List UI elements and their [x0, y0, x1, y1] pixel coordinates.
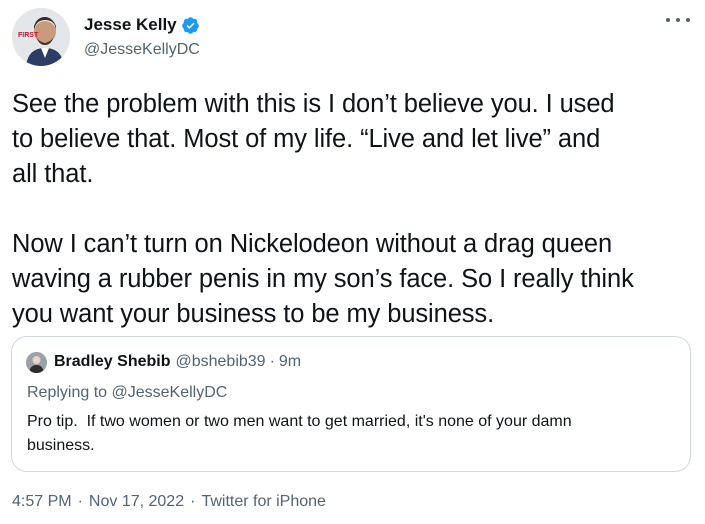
- quoted-avatar-image: [26, 351, 47, 373]
- avatar-badge-text: FIRST: [18, 32, 39, 39]
- footer-separator: ·: [190, 493, 196, 510]
- author-avatar[interactable]: FIRST: [12, 8, 70, 66]
- more-dot: [666, 18, 670, 22]
- tweet-footer: 4:57 PM · Nov 17, 2022 · Twitter for iPh…: [12, 493, 326, 511]
- quoted-replying-to: Replying to @JesseKellyDC: [27, 384, 228, 401]
- quoted-separator: ·: [269, 353, 275, 370]
- verified-badge-icon: [181, 16, 199, 34]
- quoted-author-avatar: [26, 351, 47, 373]
- more-dot: [686, 18, 690, 22]
- tweet-header: FIRST Jesse Kelly @JesseKellyDC: [12, 8, 692, 70]
- author-info: Jesse Kelly @JesseKellyDC: [84, 14, 200, 59]
- tweet-text: See the problem with this is I don’t bel…: [12, 90, 634, 328]
- author-display-name[interactable]: Jesse Kelly: [84, 15, 177, 35]
- tweet-source[interactable]: Twitter for iPhone: [201, 493, 326, 511]
- more-dot: [676, 18, 680, 22]
- tweet-time[interactable]: 4:57 PM: [12, 493, 72, 511]
- quoted-author-handle: @bshebib39: [175, 353, 266, 370]
- footer-separator: ·: [77, 493, 83, 510]
- tweet-date[interactable]: Nov 17, 2022: [89, 493, 184, 511]
- quoted-timestamp: 9m: [278, 353, 302, 370]
- author-handle[interactable]: @JesseKellyDC: [84, 41, 200, 59]
- author-name-row: Jesse Kelly: [84, 14, 200, 36]
- quoted-tweet-header: Bradley Shebib @bshebib39 · 9m: [26, 351, 301, 373]
- more-options-icon[interactable]: [666, 12, 690, 28]
- quoted-author-display-name: Bradley Shebib: [54, 353, 171, 370]
- tweet-card: FIRST Jesse Kelly @JesseKellyDC See the …: [0, 0, 705, 524]
- quoted-tweet[interactable]: Bradley Shebib @bshebib39 · 9m Replying …: [11, 336, 691, 472]
- quoted-tweet-text: Pro tip. If two women or two men want to…: [27, 413, 572, 454]
